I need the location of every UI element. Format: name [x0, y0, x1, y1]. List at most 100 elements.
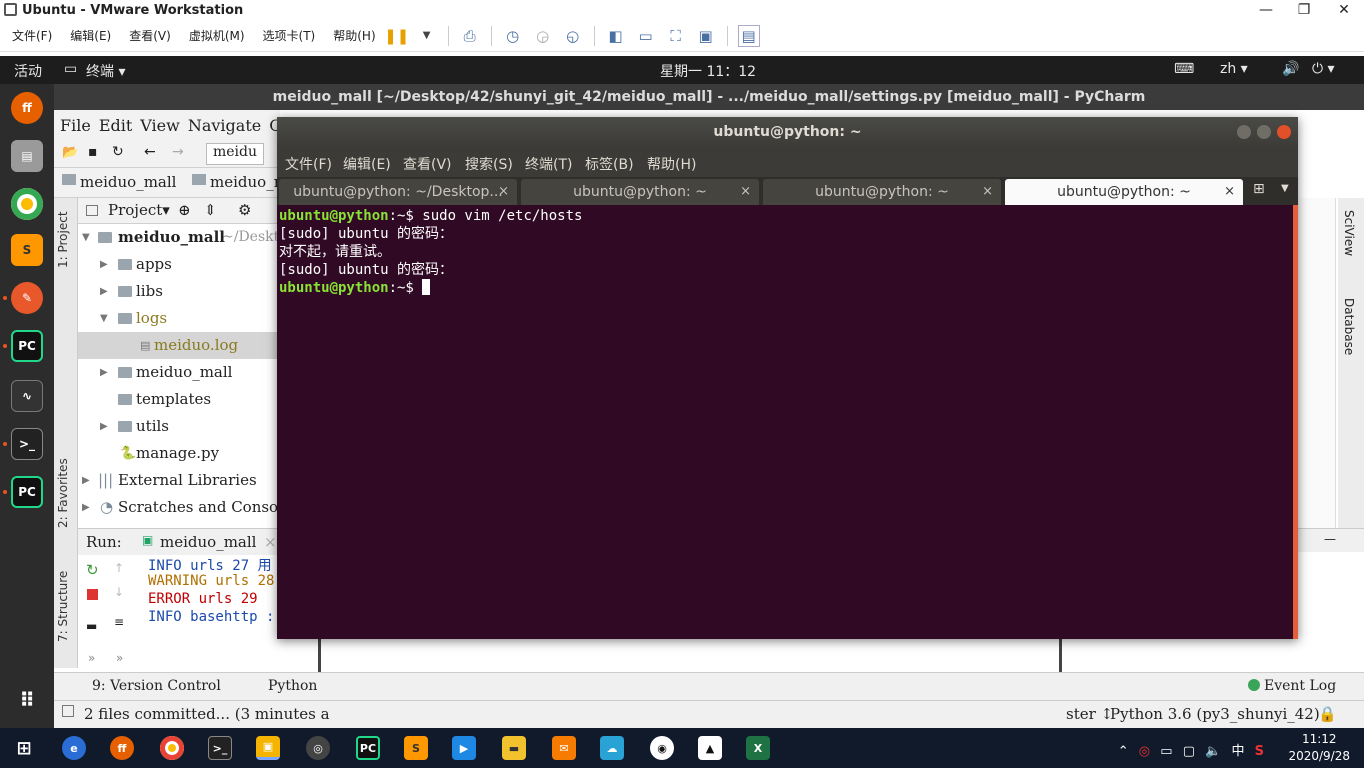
open-folder-icon[interactable]: 📂 — [62, 145, 78, 160]
close-icon[interactable]: × — [1224, 179, 1235, 205]
taskbar-clock[interactable]: 11:12 2020/9/28 — [1288, 731, 1350, 765]
layout-icon[interactable]: ▬ — [86, 619, 97, 633]
cmd-icon[interactable]: >_ — [208, 736, 232, 760]
unity-icon[interactable]: ▣ — [695, 25, 717, 47]
cloud-icon[interactable]: ☁ — [600, 736, 624, 760]
file-explorer-icon[interactable]: ▬ — [502, 736, 526, 760]
activities-button[interactable]: 活动 — [14, 61, 42, 81]
video-player-icon[interactable]: ▶ — [452, 736, 476, 760]
save-icon[interactable]: ▪ — [88, 144, 98, 160]
library-icon[interactable]: ◧ — [605, 25, 627, 47]
power-menu[interactable]: ⏻ ▾ — [1312, 61, 1335, 77]
topbar-clock[interactable]: 星期一 11：12 — [660, 61, 756, 81]
network-icon[interactable]: ▭ — [1160, 744, 1172, 759]
snapshot-manager-icon[interactable]: ◵ — [562, 25, 584, 47]
minimize-button[interactable]: — — [1246, 0, 1286, 20]
tab-project[interactable]: 1: Project — [56, 211, 70, 268]
more-icon[interactable]: » — [116, 651, 123, 665]
keyboard-icon[interactable]: ⌨ — [1174, 61, 1194, 77]
menu-file[interactable]: 文件(F) — [12, 27, 52, 44]
chevron-down-icon[interactable]: ▼ — [1281, 183, 1289, 194]
terminal-menu-edit[interactable]: 编辑(E) — [343, 154, 391, 174]
windows-start-icon[interactable]: ⊞ — [12, 736, 36, 760]
firefox-icon[interactable]: ff — [110, 736, 134, 760]
terminal-menu-file[interactable]: 文件(F) — [285, 154, 332, 174]
minimize-panel-icon[interactable]: — — [1324, 532, 1336, 546]
pycharm-menu-view[interactable]: View — [140, 116, 180, 135]
lock-icon[interactable]: 🔒 — [1318, 705, 1337, 723]
tree-item[interactable]: ▼ logs — [78, 305, 280, 332]
interpreter-select[interactable]: Python 3.6 (py3_shunyi_42) — [1110, 705, 1320, 723]
back-icon[interactable]: ← — [144, 144, 156, 160]
fullscreen-icon[interactable]: ⛶ — [665, 25, 687, 47]
run-config-select[interactable]: meidu — [206, 143, 265, 165]
expand-arrow-icon[interactable]: ▶ — [100, 278, 108, 305]
close-icon[interactable]: × — [982, 179, 993, 205]
terminal-menu-help[interactable]: 帮助(H) — [647, 154, 696, 174]
ime-indicator[interactable]: 中 — [1231, 744, 1244, 759]
expand-arrow-icon[interactable]: ▶ — [82, 467, 90, 494]
chrome-icon[interactable] — [11, 188, 43, 220]
tree-item[interactable]: ▶ utils — [78, 413, 280, 440]
terminal-output[interactable]: ubuntu@python:~$ sudo vim /etc/hosts [su… — [277, 205, 1293, 639]
rerun-icon[interactable]: ↻ — [86, 561, 99, 579]
gear-icon[interactable]: ⚙ — [238, 201, 251, 219]
chevron-up-icon[interactable]: ⌃ — [1118, 744, 1129, 759]
pycharm-menu-file[interactable]: File — [60, 116, 91, 135]
pycharm-icon[interactable]: PC — [11, 330, 43, 362]
new-tab-icon[interactable]: ⊞ — [1253, 181, 1265, 197]
close-icon[interactable]: × — [498, 179, 509, 205]
chevron-down-icon[interactable]: ▼ — [416, 25, 438, 47]
obs-icon[interactable]: ◎ — [306, 736, 330, 760]
firefox-icon[interactable]: ff — [11, 92, 43, 124]
tab-database[interactable]: Database — [1342, 298, 1356, 355]
volume-icon[interactable]: 🔊 — [1282, 61, 1299, 77]
tree-item[interactable]: ▶ ◔ Scratches and Console — [78, 494, 280, 521]
expand-arrow-icon[interactable]: ▼ — [100, 305, 108, 332]
pycharm-icon[interactable]: PC — [11, 476, 43, 508]
files-icon[interactable]: ▤ — [11, 140, 43, 172]
close-button[interactable] — [1277, 125, 1291, 139]
maximize-button[interactable] — [1257, 125, 1271, 139]
close-icon[interactable]: × — [740, 179, 751, 205]
menu-vm[interactable]: 虚拟机(M) — [189, 27, 245, 44]
postman-icon[interactable]: ✎ — [11, 282, 43, 314]
terminal-tab-active[interactable]: ubuntu@python: ~ × — [1005, 179, 1243, 205]
volume-icon[interactable]: 🔈 — [1205, 744, 1221, 759]
tree-item[interactable]: ▶ libs — [78, 278, 280, 305]
terminal-tab[interactable]: ubuntu@python: ~ × — [521, 179, 759, 205]
sync-icon[interactable]: ↻ — [112, 144, 124, 160]
pycharm-menu-navigate[interactable]: Navigate — [188, 116, 261, 135]
show-applications-icon[interactable]: ⠿ — [11, 684, 43, 716]
project-view-select[interactable]: Project▾ — [108, 201, 170, 219]
tree-item[interactable]: templates — [78, 386, 280, 413]
maximize-button[interactable]: ❐ — [1284, 0, 1324, 20]
expand-arrow-icon[interactable]: ▼ — [82, 224, 90, 251]
expand-arrow-icon[interactable]: ▶ — [100, 413, 108, 440]
system-monitor-icon[interactable]: ∿ — [11, 380, 43, 412]
terminal-tab[interactable]: ubuntu@python: ~ × — [763, 179, 1001, 205]
terminal-menu-search[interactable]: 搜索(S) — [465, 154, 513, 174]
menu-view[interactable]: 查看(V) — [129, 27, 171, 44]
tab-favorites[interactable]: 2: Favorites — [56, 458, 70, 528]
minimize-button[interactable] — [1237, 125, 1251, 139]
vmware-icon[interactable]: ▣ — [256, 736, 280, 760]
menu-edit[interactable]: 编辑(E) — [70, 27, 111, 44]
terminal-tab[interactable]: ubuntu@python: ~/Desktop... × — [279, 179, 517, 205]
run-tab[interactable]: meiduo_mall — [160, 533, 256, 551]
terminal-menu-view[interactable]: 查看(V) — [403, 154, 452, 174]
terminal-icon[interactable]: >_ — [11, 428, 43, 460]
pycharm-menu-edit[interactable]: Edit — [99, 116, 132, 135]
more-icon[interactable]: » — [88, 651, 95, 665]
input-method-menu[interactable]: zh ▾ — [1220, 61, 1248, 77]
sublime-text-icon[interactable]: S — [404, 736, 428, 760]
menu-tabs[interactable]: 选项卡(T) — [263, 27, 316, 44]
send-ctrl-alt-del-icon[interactable]: ⎙ — [459, 25, 481, 47]
expand-arrow-icon[interactable]: ▶ — [100, 359, 108, 386]
close-icon[interactable]: × — [264, 533, 277, 551]
collapse-icon[interactable]: ⇕ — [204, 201, 217, 219]
pycharm-icon[interactable]: PC — [356, 736, 380, 760]
git-branch[interactable]: ster ↕ — [1066, 705, 1113, 723]
app-icon[interactable]: ✉ — [552, 736, 576, 760]
photos-icon[interactable]: ▲ — [698, 736, 722, 760]
